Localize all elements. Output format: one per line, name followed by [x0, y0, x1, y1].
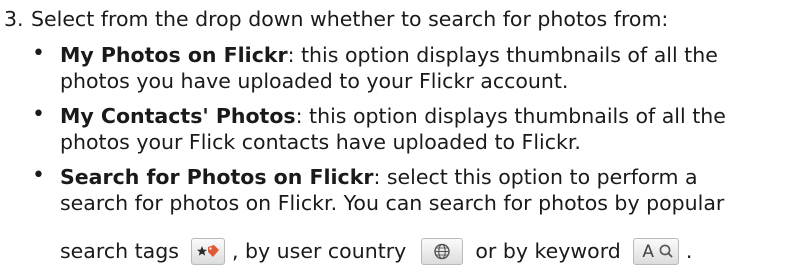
- keyword-letter: A: [642, 241, 654, 262]
- step-number: 3.: [4, 7, 24, 31]
- magnifier-icon: [659, 244, 673, 258]
- bullet-1-term: My Photos on Flickr: [60, 43, 288, 67]
- search-tags-text: search tags: [60, 238, 179, 263]
- bullet-marker: •: [32, 41, 45, 66]
- line-end-period: .: [685, 238, 693, 263]
- bullet-2-term: My Contacts' Photos: [60, 104, 296, 128]
- popular-tags-button[interactable]: [191, 237, 226, 265]
- bullet-1-line-1: My Photos on Flickr: this option display…: [60, 45, 718, 66]
- bullet-2-line-1: My Contacts' Photos: this option display…: [60, 106, 726, 127]
- user-country-text: , by user country: [231, 238, 407, 263]
- bullet-1-text: : this option displays thumbnails of all…: [287, 43, 718, 67]
- step-text: Select from the drop down whether to sea…: [31, 7, 669, 31]
- bullet-1-line-2: photos you have uploaded to your Flickr …: [60, 69, 569, 93]
- keyword-text: or by keyword: [475, 238, 621, 263]
- star-tag-icon: [197, 244, 220, 257]
- bullet-3-term: Search for Photos on Flickr: [60, 165, 374, 189]
- bullet-2-text: : this option displays thumbnails of all…: [295, 104, 726, 128]
- bullet-2-line-2: photos your Flick contacts have uploaded…: [60, 130, 581, 154]
- bullet-marker: •: [32, 102, 45, 127]
- bullet-marker: •: [32, 163, 45, 188]
- user-country-button[interactable]: [420, 237, 463, 265]
- bullet-3-line-1: Search for Photos on Flickr: select this…: [60, 167, 698, 188]
- bullet-3-line-2: search for photos on Flickr. You can sea…: [60, 191, 725, 215]
- keyword-search-button[interactable]: A: [633, 237, 680, 265]
- globe-icon: [434, 243, 450, 259]
- bullet-3-line-3: search tags , by user country or by keyw…: [60, 237, 692, 265]
- bullet-3-text: : select this option to perform a: [373, 165, 698, 189]
- instruction-document: 3. Select from the drop down whether to …: [0, 0, 806, 277]
